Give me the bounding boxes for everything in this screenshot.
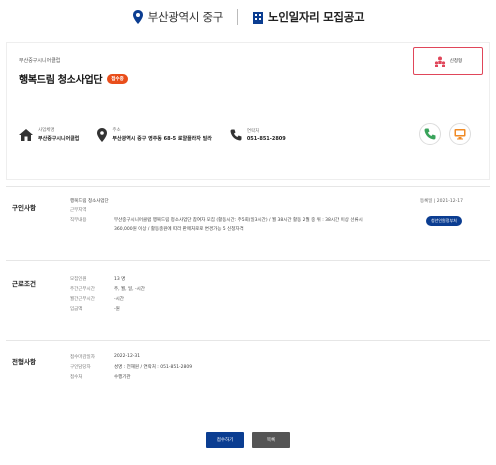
info-address-label: 주소 (112, 128, 121, 133)
recruit-field-name: 행복드림 청소사업단 (70, 199, 109, 204)
page-title: 노인일자리 모집공고 (268, 10, 365, 24)
call-button[interactable] (419, 123, 441, 145)
info-address-value: 부산광역시 중구 영주동 68-5 로얄플라자 빌라 (112, 136, 212, 142)
status-badge: 접수중 (107, 73, 128, 84)
selection-row: 구인담당자 성명 : 전해원 / 연락처 : 051-851-2809 (70, 365, 193, 370)
info-phone: 연락처 051-851-2809 (230, 128, 286, 142)
region-name: 부산광역시 중구 (147, 10, 224, 24)
job-title-row: 행복드림 청소사업단 접수중 (19, 71, 128, 86)
selection-section (6, 340, 490, 400)
page-header: 부산광역시 중구 노인일자리 모집공고 (0, 0, 496, 34)
org-name: 부산중구시니어클럽 (19, 58, 61, 64)
header-divider (237, 9, 239, 25)
conditions-row: 월간근무시간 -시간 (70, 297, 124, 302)
footer-actions: 접수하기 목록 (0, 432, 496, 448)
recruit-field-duty-2: 360,000원 이상 / 활동충원에 따라 판매처로로 변경가능 5 신청자격 (114, 227, 244, 232)
apply-type-button[interactable]: 신청형 (413, 47, 483, 75)
conditions-row: 임금액 -원 (70, 307, 120, 312)
apply-button[interactable]: 접수하기 (206, 432, 244, 448)
register-date: 등록일 | 2021-12-17 (420, 199, 463, 204)
recruit-title: 구인사항 (12, 204, 36, 212)
call-icon (424, 128, 436, 140)
info-company-value: 부산중구시니어클럽 (38, 136, 80, 142)
job-summary-card: 부산중구시니어클럽 행복드림 청소사업단 접수중 신청형 사업체명 부산중구시니… (6, 42, 490, 180)
recruit-field-duty: 직무내용 부산중구시니어클럽 행복드림 청소사업단 참여자 모집 (활동시간: … (70, 218, 363, 223)
selection-row: 접수마감일자 2022-12-31 (70, 354, 141, 360)
info-address: 주소 부산광역시 중구 영주동 68-5 로얄플라자 빌라 (97, 127, 212, 142)
apply-type-label: 신청형 (449, 59, 463, 64)
recruit-field-region: 근무지역 (70, 208, 87, 213)
location-pin-icon (132, 10, 143, 24)
contact-info-row: 사업체명 부산중구시니어클럽 주소 부산광역시 중구 영주동 68-5 로얄플라… (19, 123, 479, 145)
info-pill-button[interactable]: 청년인원정부처 (426, 216, 462, 226)
action-icons (419, 123, 471, 145)
home-icon (19, 128, 33, 141)
info-phone-label: 연락처 (246, 128, 260, 134)
info-phone-value: 051-851-2809 (246, 135, 286, 142)
monitor-icon (454, 129, 466, 140)
conditions-row: 주간근무시간 주, 월, 일, -시간 (70, 287, 145, 292)
people-icon (434, 56, 445, 67)
list-button[interactable]: 목록 (252, 432, 290, 448)
selection-row: 접수처 수행기관 (70, 375, 131, 380)
info-company: 사업체명 부산중구시니어클럽 (19, 127, 79, 142)
map-pin-icon (97, 127, 108, 142)
page-title-wrap: 노인일자리 모집공고 (252, 9, 365, 25)
conditions-title: 근로조건 (12, 280, 36, 288)
info-company-label: 사업체명 (38, 128, 55, 133)
phone-icon (230, 129, 242, 140)
building-icon (253, 11, 264, 24)
website-button[interactable] (449, 123, 471, 145)
conditions-row: 모집인원 13 명 (70, 277, 126, 282)
job-title: 행복드림 청소사업단 (19, 75, 103, 86)
region-label: 부산광역시 중구 (132, 9, 223, 25)
selection-title: 전형사항 (12, 358, 36, 366)
